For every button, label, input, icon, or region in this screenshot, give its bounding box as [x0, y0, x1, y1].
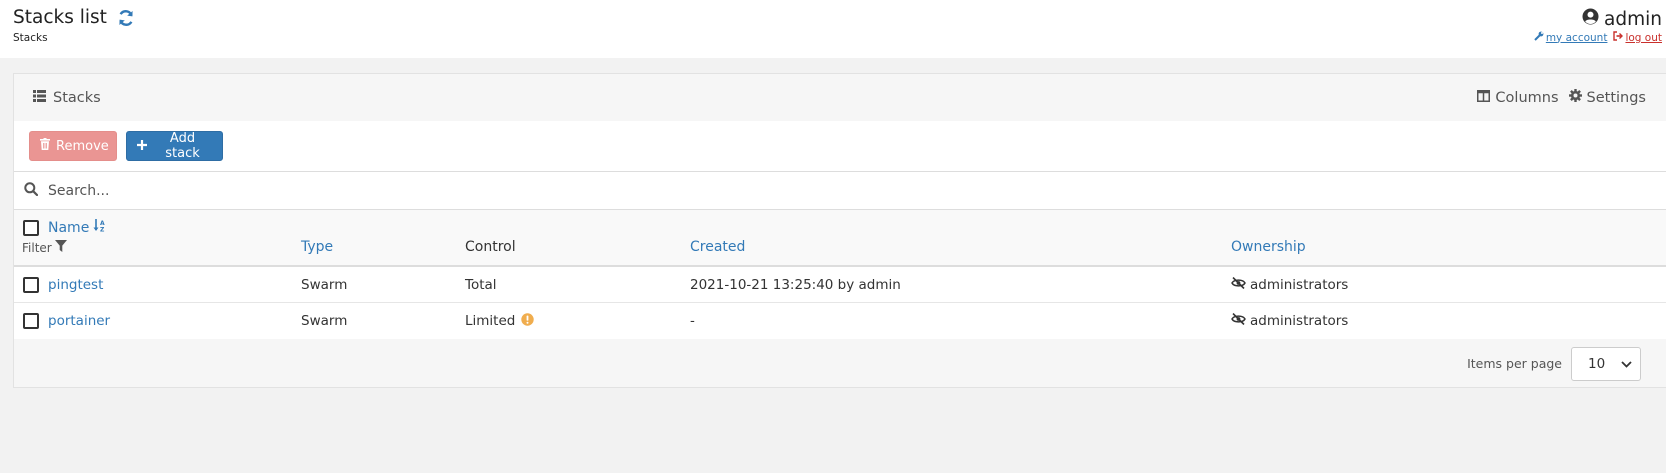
row-checkbox[interactable] [23, 277, 39, 293]
table-row: portainer Swarm Limited - administrators [14, 303, 1666, 339]
user-circle-icon [1582, 8, 1599, 30]
wrench-icon [1534, 31, 1544, 44]
search-bar [14, 172, 1666, 210]
stacks-widget: Stacks Columns Settings Remove Add stack… [13, 73, 1666, 388]
chevron-down-icon [1621, 356, 1632, 372]
column-name-header[interactable]: Name AZ [48, 219, 106, 236]
columns-button[interactable]: Columns [1477, 89, 1559, 106]
items-per-page-label: Items per page [1467, 356, 1562, 371]
column-name-label: Name [48, 219, 90, 236]
add-stack-button[interactable]: Add stack [126, 131, 223, 161]
page-title-wrap: Stacks list [13, 7, 136, 28]
list-icon [33, 89, 46, 106]
columns-icon [1477, 89, 1491, 106]
filter-icon [54, 240, 67, 255]
log-out-link[interactable]: log out [1613, 31, 1662, 44]
ownership-label: administrators [1250, 276, 1349, 293]
widget-title: Stacks [53, 89, 101, 106]
stack-control: Total [465, 276, 497, 293]
column-ownership-header[interactable]: Ownership [1231, 239, 1306, 255]
widget-title-wrap: Stacks [33, 89, 101, 106]
filter-label: Filter [22, 240, 52, 255]
eye-slash-icon [1231, 312, 1246, 329]
items-per-page-value: 10 [1588, 355, 1606, 372]
my-account-label: my account [1545, 31, 1608, 44]
sign-out-icon [1613, 31, 1624, 44]
select-all-checkbox[interactable] [23, 220, 39, 236]
column-control-header: Control [465, 239, 516, 255]
stacks-table: Name AZ Filter Type Control Created Owne… [14, 210, 1666, 339]
stack-control-wrap: Limited [465, 303, 535, 339]
plus-icon [137, 139, 147, 154]
log-out-label: log out [1625, 31, 1662, 44]
stack-created: - [690, 313, 695, 329]
stack-created: 2021-10-21 13:25:40 by admin [690, 276, 901, 293]
widget-actions: Columns Settings [1477, 89, 1646, 106]
user-name: admin [1604, 8, 1662, 30]
search-input[interactable] [48, 182, 948, 199]
remove-label: Remove [56, 138, 109, 154]
trash-icon [40, 138, 50, 154]
search-icon [24, 181, 39, 200]
breadcrumb: Stacks [13, 32, 48, 44]
row-checkbox[interactable] [23, 313, 39, 329]
gear-icon [1568, 89, 1582, 106]
settings-label: Settings [1586, 89, 1646, 106]
ownership-label: administrators [1250, 313, 1349, 329]
svg-text:Z: Z [100, 227, 105, 233]
stack-ownership: administrators [1231, 267, 1348, 302]
settings-button[interactable]: Settings [1568, 89, 1646, 106]
user-menu: admin [1582, 8, 1662, 30]
table-header: Name AZ Filter Type Control Created Owne… [14, 210, 1666, 267]
eye-slash-icon [1231, 276, 1246, 293]
stack-ownership: administrators [1231, 303, 1348, 339]
stack-control: Limited [465, 313, 516, 329]
stack-type: Swarm [301, 276, 348, 293]
stack-name-link[interactable]: pingtest [48, 277, 103, 293]
user-links: my account log out [1534, 31, 1662, 44]
refresh-icon[interactable] [116, 8, 136, 28]
items-per-page-select[interactable]: 10 [1571, 346, 1641, 381]
column-created-header[interactable]: Created [690, 239, 745, 255]
pagination-footer: Items per page 10 [14, 339, 1666, 388]
column-type-header[interactable]: Type [301, 239, 333, 255]
widget-header: Stacks Columns Settings [14, 74, 1666, 121]
my-account-link[interactable]: my account [1534, 31, 1608, 44]
top-bar: Stacks list Stacks admin my account log … [0, 0, 1666, 58]
table-row: pingtest Swarm Total 2021-10-21 13:25:40… [14, 267, 1666, 303]
stack-name-link[interactable]: portainer [48, 313, 110, 329]
filter-toggle[interactable]: Filter [22, 240, 67, 255]
remove-button[interactable]: Remove [29, 131, 117, 161]
stack-type: Swarm [301, 313, 348, 329]
page-title: Stacks list [13, 7, 107, 28]
sort-alpha-asc-icon: AZ [93, 219, 106, 236]
add-stack-label: Add stack [165, 131, 200, 161]
columns-label: Columns [1495, 89, 1559, 106]
toolbar: Remove Add stack [14, 121, 1666, 172]
warning-icon[interactable] [521, 312, 535, 330]
